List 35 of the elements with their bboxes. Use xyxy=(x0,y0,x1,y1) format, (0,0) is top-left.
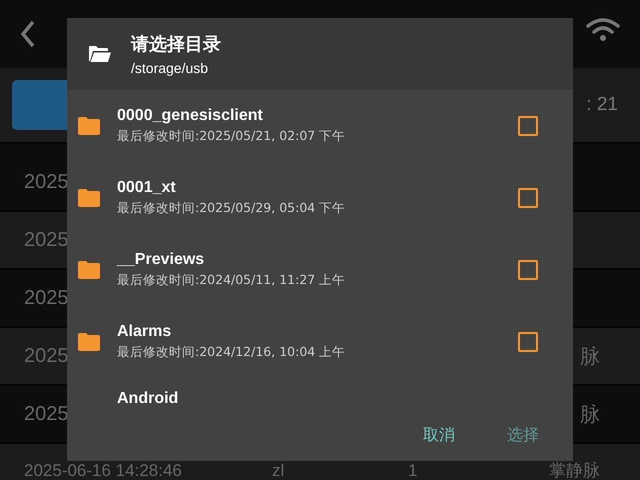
back-icon[interactable] xyxy=(20,20,36,48)
folder-name: __Previews xyxy=(117,251,206,269)
table-cell: 2025 xyxy=(24,286,68,308)
modified-time: 最后修改时间:2024/12/16, 10:04 上午 xyxy=(117,344,346,361)
modified-time: 最后修改时间:2024/05/11, 11:27 上午 xyxy=(117,272,346,289)
table-cell: zl xyxy=(272,462,284,479)
current-path: /storage/usb xyxy=(131,60,210,76)
open-folder-icon xyxy=(88,45,112,63)
cancel-button[interactable]: 取消 xyxy=(417,421,461,450)
modified-time: 最后修改时间:2025/05/29, 05:04 下午 xyxy=(117,200,346,217)
folder-icon xyxy=(78,261,100,279)
checkbox[interactable] xyxy=(518,332,538,352)
table-cell: 1 xyxy=(408,462,418,479)
wifi-icon xyxy=(586,18,620,42)
folder-icon xyxy=(78,189,100,207)
folder-icon xyxy=(78,117,100,135)
table-cell: 2025 xyxy=(24,228,68,250)
table-cell: 脉 xyxy=(580,346,600,368)
table-cell: 2025 xyxy=(24,402,68,424)
dialog-title: 请选择目录 xyxy=(131,33,221,56)
record-count: : 21 xyxy=(586,94,618,116)
checkbox[interactable] xyxy=(518,188,538,208)
table-cell: 2025-06-16 14:28:46 xyxy=(24,462,182,479)
table-cell: 2025 xyxy=(24,170,68,192)
table-cell: 2025 xyxy=(24,344,68,366)
table-cell: 掌静脉 xyxy=(549,462,600,479)
folder-name: Android xyxy=(117,390,180,408)
checkbox[interactable] xyxy=(518,260,538,280)
checkbox[interactable] xyxy=(518,116,538,136)
folder-name: Alarms xyxy=(117,323,172,341)
table-cell: 脉 xyxy=(580,404,600,426)
folder-name: 0000_genesisclient xyxy=(117,107,264,125)
modified-time: 最后修改时间:2025/05/21, 02:07 下午 xyxy=(117,128,346,145)
folder-icon xyxy=(78,333,100,351)
folder-name: 0001_xt xyxy=(117,179,177,197)
